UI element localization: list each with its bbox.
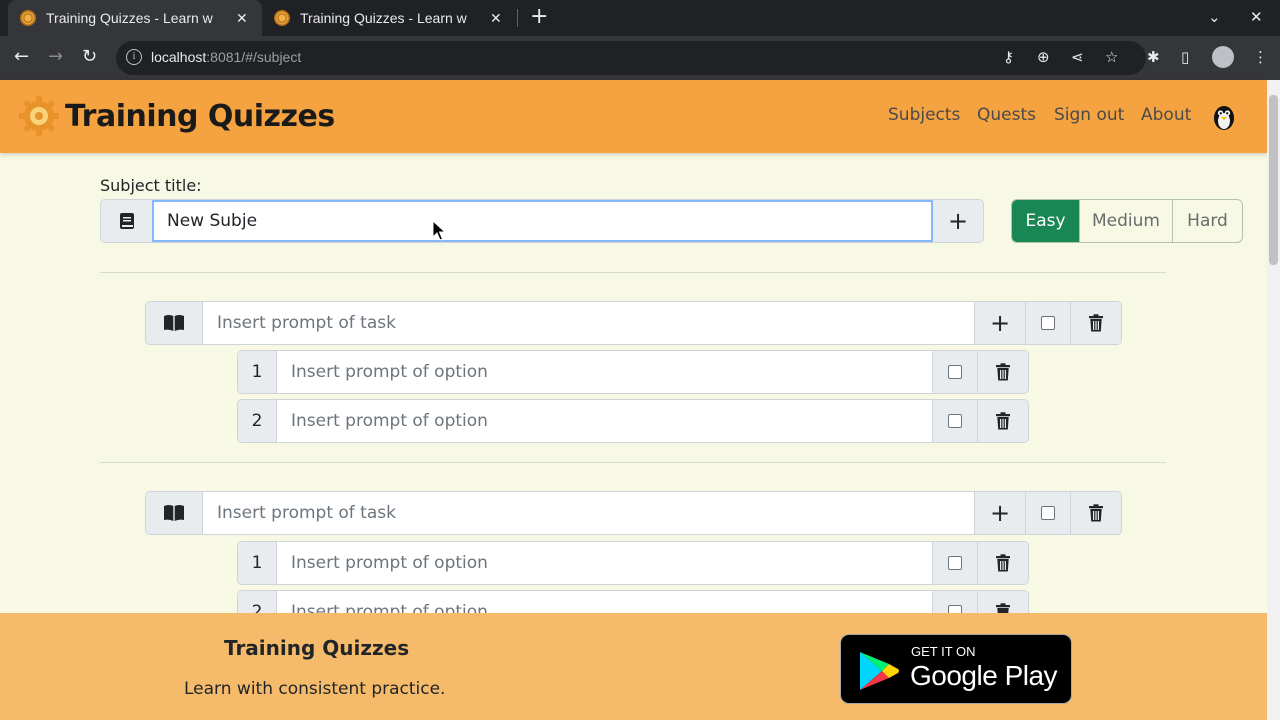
delete-option-button[interactable] [977,351,1028,393]
footer [0,613,1267,720]
key-icon[interactable]: ⚷ [1003,48,1014,66]
browser-tab-1[interactable]: Training Quizzes - Learn w ✕ [8,0,262,36]
trash-icon [1089,504,1103,522]
gear-logo-icon [19,96,59,136]
book-icon [101,200,152,242]
option-checkbox-wrap [933,351,977,393]
subject-title-input[interactable] [152,200,933,242]
menu-kebab-icon[interactable]: ⋮ [1253,48,1268,66]
new-tab-icon[interactable]: + [530,6,548,28]
difficulty-medium-button[interactable]: Medium [1080,200,1173,242]
open-book-icon [146,302,202,344]
scrollbar-thumb[interactable] [1269,95,1278,265]
tab-title: Training Quizzes - Learn w [46,10,213,26]
option-number: 1 [238,351,276,393]
nav-quests[interactable]: Quests [977,105,1036,125]
delete-task-button[interactable] [1070,492,1121,534]
option-group: 2 [237,399,1029,443]
difficulty-hard-button[interactable]: Hard [1173,200,1242,242]
difficulty-selector: Easy Medium Hard [1011,199,1243,243]
close-tab-icon[interactable]: ✕ [490,10,502,27]
footer-tagline: Learn with consistent practice. [184,679,446,699]
option-prompt-input[interactable] [276,400,933,442]
back-icon[interactable]: ← [14,47,29,67]
task-checkbox-wrap [1025,302,1070,344]
task-checkbox[interactable] [1041,506,1055,520]
side-panel-icon[interactable]: ▯ [1181,48,1189,66]
nav-about[interactable]: About [1141,105,1191,125]
tab-separator [517,9,518,27]
profile-icon[interactable] [1212,46,1234,68]
share-icon[interactable]: ⋖ [1071,48,1084,66]
forward-icon[interactable]: → [48,47,63,67]
task-group: + [145,491,1122,535]
option-number: 2 [238,400,276,442]
option-prompt-input[interactable] [276,542,933,584]
option-checkbox-wrap [933,542,977,584]
tab-search-icon[interactable]: ⌄ [1208,8,1221,26]
nav-sign-out[interactable]: Sign out [1054,105,1124,125]
trash-icon [996,554,1010,572]
option-group: 1 [237,350,1029,394]
task-prompt-input[interactable] [202,302,975,344]
browser-tab-strip: Training Quizzes - Learn w ✕ Training Qu… [0,0,1280,36]
extensions-icon[interactable]: ✱ [1147,48,1160,66]
divider [100,272,1166,273]
task-checkbox-wrap [1025,492,1070,534]
subject-title-group: + [100,199,984,243]
trash-icon [1089,314,1103,332]
favicon-icon [20,10,36,26]
zoom-icon[interactable]: ⊕ [1037,48,1050,66]
task-prompt-input[interactable] [202,492,975,534]
difficulty-easy-button[interactable]: Easy [1012,200,1080,242]
penguin-avatar-icon[interactable] [1211,103,1237,131]
option-correct-checkbox[interactable] [948,414,962,428]
url-field[interactable]: i localhost:8081/#/subject [116,41,1146,75]
store-big-text: Google Play [910,660,1058,691]
divider [100,462,1166,463]
option-group: 1 [237,541,1029,585]
site-info-icon[interactable]: i [126,49,142,65]
reload-icon[interactable]: ↻ [82,47,97,67]
browser-tab-2[interactable]: Training Quizzes - Learn w ✕ [262,0,516,36]
open-book-icon [146,492,202,534]
google-play-badge[interactable]: GET IT ON Google Play [840,634,1072,704]
add-option-button[interactable]: + [975,302,1025,344]
option-checkbox-wrap [933,400,977,442]
url-path: :8081/#/subject [206,49,302,65]
close-window-icon[interactable]: ✕ [1250,8,1263,26]
add-task-button[interactable]: + [933,200,983,242]
delete-option-button[interactable] [977,542,1028,584]
favicon-icon [274,10,290,26]
mouse-cursor-icon [432,220,447,241]
address-bar-row: ← → ↻ i localhost:8081/#/subject ⚷ ⊕ ⋖ ☆… [0,36,1280,80]
brand-name: Training Quizzes [65,98,335,134]
add-option-button[interactable]: + [975,492,1025,534]
option-prompt-input[interactable] [276,351,933,393]
option-number: 1 [238,542,276,584]
brand[interactable]: Training Quizzes [18,95,335,137]
footer-title: Training Quizzes [224,636,410,660]
option-correct-checkbox[interactable] [948,365,962,379]
trash-icon [996,412,1010,430]
delete-option-button[interactable] [977,400,1028,442]
bookmark-star-icon[interactable]: ☆ [1105,48,1118,66]
url-text: localhost:8081/#/subject [151,49,301,65]
tab-title: Training Quizzes - Learn w [300,10,467,26]
store-small-text: GET IT ON [911,644,976,659]
option-correct-checkbox[interactable] [948,556,962,570]
task-group: + [145,301,1122,345]
subject-title-label: Subject title: [100,176,202,195]
delete-task-button[interactable] [1070,302,1121,344]
url-host: localhost [151,49,207,65]
close-tab-icon[interactable]: ✕ [236,10,248,27]
google-play-icon [860,652,899,690]
nav-subjects[interactable]: Subjects [888,105,960,125]
trash-icon [996,363,1010,381]
task-checkbox[interactable] [1041,316,1055,330]
